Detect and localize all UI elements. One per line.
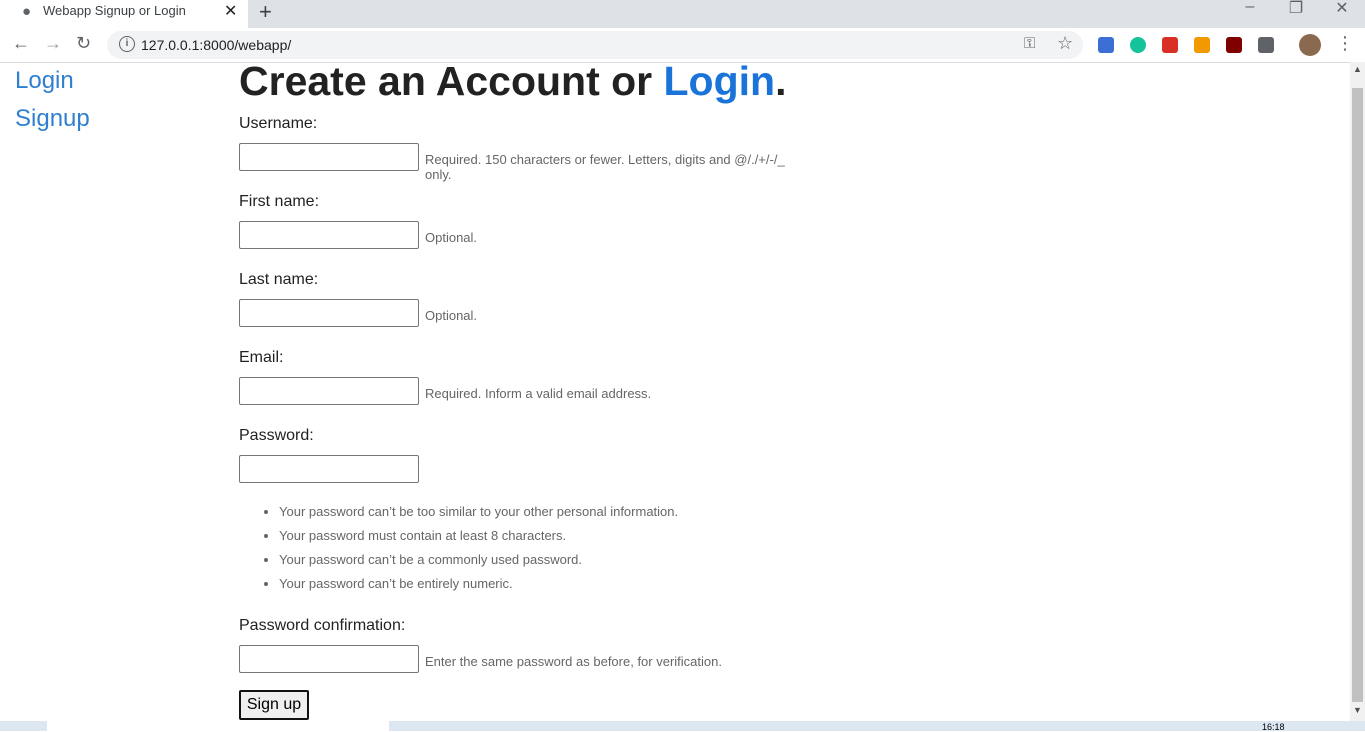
last-name-helptext: Optional.: [425, 308, 478, 323]
username-helptext: Required. 150 characters or fewer. Lette…: [425, 152, 785, 182]
globe-icon: ●: [21, 3, 32, 20]
info-icon[interactable]: i: [119, 36, 135, 52]
extension-shield-icon[interactable]: [1258, 37, 1274, 53]
password-input[interactable]: [239, 455, 419, 483]
address-bar[interactable]: i 127.0.0.1:8000/webapp/ ⚿ ☆: [107, 31, 1083, 59]
list-item: Your password can’t be entirely numeric.: [279, 572, 678, 596]
bookmark-star-icon[interactable]: ☆: [1057, 33, 1073, 54]
last-name-input[interactable]: [239, 299, 419, 327]
scroll-down-icon[interactable]: ▼: [1353, 705, 1362, 715]
password-confirmation-label: Password confirmation:: [239, 617, 406, 634]
password-confirmation-helptext: Enter the same password as before, for v…: [425, 654, 722, 669]
extension-icon[interactable]: [1098, 37, 1114, 53]
sidebar-item-login[interactable]: Login: [15, 62, 90, 100]
scroll-up-icon[interactable]: ▲: [1353, 64, 1362, 74]
extension-red-icon[interactable]: [1162, 37, 1178, 53]
password-confirmation-input[interactable]: [239, 645, 419, 673]
profile-avatar[interactable]: [1299, 34, 1321, 56]
taskbar-search-box[interactable]: [47, 721, 389, 731]
list-item: Your password must contain at least 8 ch…: [279, 524, 678, 548]
first-name-input[interactable]: [239, 221, 419, 249]
sidebar-item-signup[interactable]: Signup: [15, 100, 90, 138]
first-name-helptext: Optional.: [425, 230, 478, 245]
signup-form: Create an Account or Login. Username: Re…: [239, 60, 787, 720]
page-title-text: Create an Account or: [239, 58, 664, 104]
email-helptext: Required. Inform a valid email address.: [425, 386, 652, 401]
page-title: Create an Account or Login.: [239, 60, 787, 102]
sidebar-nav: Login Signup: [15, 62, 90, 138]
password-rules-list: Your password can’t be too similar to yo…: [239, 500, 678, 596]
list-item: Your password can’t be a commonly used p…: [279, 548, 678, 572]
more-menu-icon[interactable]: ⋮: [1336, 33, 1354, 54]
heading-login-link[interactable]: Login: [664, 58, 776, 104]
back-icon[interactable]: ←: [12, 33, 30, 54]
scrollbar-thumb[interactable]: [1352, 88, 1363, 702]
minimize-icon[interactable]: –: [1235, 0, 1265, 16]
key-icon[interactable]: ⚿: [1024, 35, 1035, 52]
forward-icon[interactable]: →: [44, 33, 62, 54]
browser-tab[interactable]: ● Webapp Signup or Login ✕: [0, 0, 248, 28]
restore-icon[interactable]: ❐: [1281, 0, 1311, 18]
reload-icon[interactable]: ↻: [76, 33, 91, 54]
page-title-suffix: .: [775, 58, 787, 104]
last-name-label: Last name:: [239, 271, 319, 288]
email-input[interactable]: [239, 377, 419, 405]
ublock-icon[interactable]: [1226, 37, 1242, 53]
list-item: Your password can’t be too similar to yo…: [279, 500, 678, 524]
url-text[interactable]: 127.0.0.1:8000/webapp/: [141, 37, 291, 53]
os-taskbar: 16:18: [0, 721, 1365, 732]
close-window-icon[interactable]: ✕: [1327, 0, 1357, 18]
extension-orange-icon[interactable]: [1194, 37, 1210, 53]
first-name-label: First name:: [239, 193, 320, 210]
vertical-scrollbar[interactable]: ▲ ▼: [1350, 62, 1365, 721]
password-label: Password:: [239, 427, 314, 444]
email-label: Email:: [239, 349, 284, 366]
tab-strip: ● Webapp Signup or Login ✕ + – ❐ ✕: [0, 0, 1365, 28]
username-label: Username:: [239, 115, 318, 132]
username-input[interactable]: [239, 143, 419, 171]
tab-title: Webapp Signup or Login: [43, 3, 186, 18]
new-tab-button[interactable]: +: [259, 0, 272, 25]
grammarly-icon[interactable]: [1130, 37, 1146, 53]
close-tab-icon[interactable]: ✕: [224, 1, 237, 21]
signup-button[interactable]: Sign up: [239, 690, 309, 720]
